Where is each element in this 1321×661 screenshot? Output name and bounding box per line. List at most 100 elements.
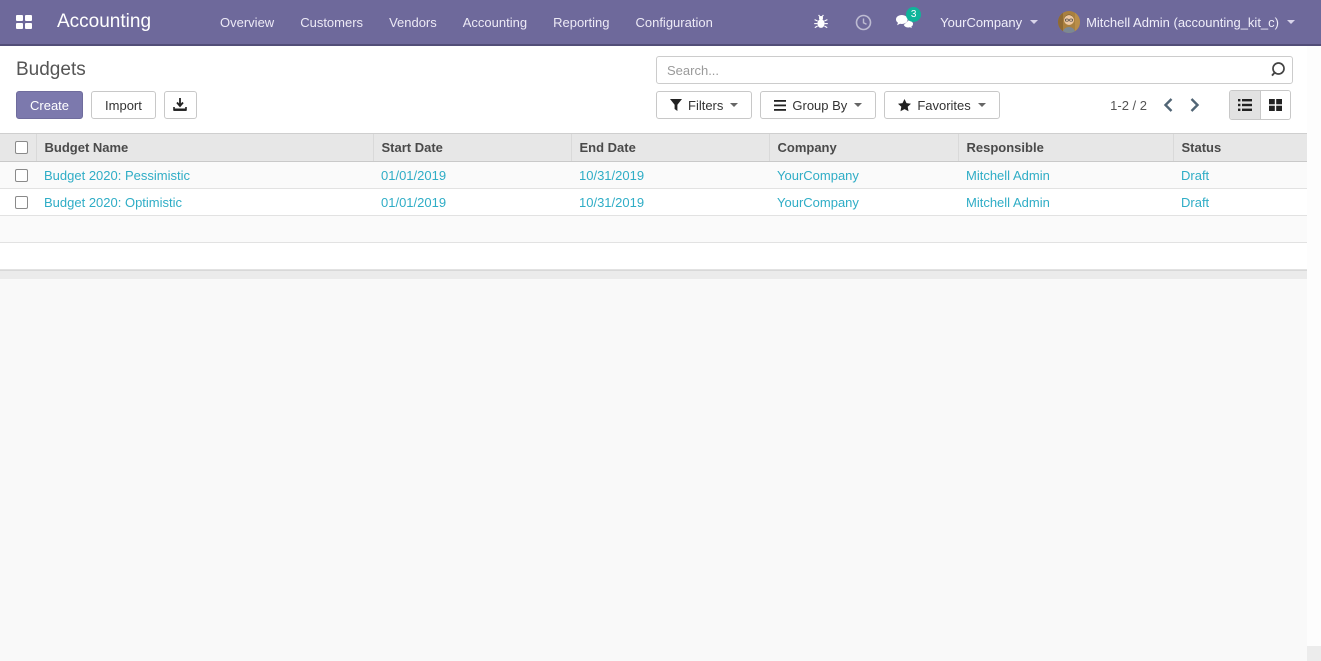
row-select-cell [0,161,36,189]
avatar-image [1058,11,1081,33]
list-view: Budget Name Start Date End Date Company … [0,133,1321,661]
select-all-cell [0,133,36,162]
group-by-label: Group By [792,97,848,113]
systray: 3 YourCompany Mitchell Admin (accounting… [804,0,1305,44]
page-title: Budgets [16,59,86,80]
empty-cell [0,215,1307,243]
column-header-company[interactable]: Company [768,133,958,162]
search-button[interactable] [1269,61,1287,82]
table-row[interactable]: Budget 2020: Optimistic 01/01/2019 10/31… [0,188,1307,216]
table-footer [0,270,1307,279]
column-header-end-date[interactable]: End Date [570,133,769,162]
messages-icon[interactable]: 3 [888,0,922,44]
empty-cell [0,242,1307,270]
action-buttons: Create Import [16,91,197,119]
chevron-left-icon [1163,98,1172,112]
column-header-budget-name[interactable]: Budget Name [35,133,373,162]
cell-start-date[interactable]: 01/01/2019 [373,161,571,189]
cell-status[interactable]: Draft [1173,188,1307,216]
control-panel: Budgets Create Import Filte [0,46,1321,133]
cell-start-date[interactable]: 01/01/2019 [373,188,571,216]
export-button[interactable] [163,91,197,119]
funnel-icon [670,99,682,111]
cell-company[interactable]: YourCompany [769,161,958,189]
kanban-icon [1269,99,1282,111]
cell-responsible[interactable]: Mitchell Admin [958,161,1173,189]
column-header-start-date[interactable]: Start Date [372,133,571,162]
column-header-responsible[interactable]: Responsible [957,133,1173,162]
grid-square [25,22,32,29]
create-button[interactable]: Create [16,91,84,119]
chevron-down-icon [977,103,986,107]
empty-row [0,215,1307,243]
favorites-label: Favorites [917,97,971,113]
column-header-status[interactable]: Status [1172,133,1307,162]
chevron-down-icon [730,103,739,107]
menu-configuration[interactable]: Configuration [622,0,725,44]
pager: 1-2 / 2 [1110,90,1291,120]
view-switcher [1229,90,1291,120]
cell-responsible[interactable]: Mitchell Admin [958,188,1173,216]
apps-menu-icon[interactable] [16,14,32,30]
menu-reporting[interactable]: Reporting [540,0,622,44]
budgets-table: Budget Name Start Date End Date Company … [0,133,1307,270]
table-header-row: Budget Name Start Date End Date Company … [0,133,1307,162]
filters-label: Filters [688,97,724,113]
grid-square [25,14,32,21]
list-icon [1238,99,1252,111]
company-switcher[interactable]: YourCompany [930,0,1048,44]
cell-company[interactable]: YourCompany [769,188,958,216]
bug-icon [814,14,828,29]
filter-buttons: Filters Group By Favorites [656,91,1000,119]
scrollbar-track[interactable] [1307,46,1321,661]
table-row[interactable]: Budget 2020: Pessimistic 01/01/2019 10/3… [0,161,1307,189]
chevron-down-icon [1030,20,1039,24]
search-facets-row: Filters Group By Favorites 1-2 / 2 [656,90,1291,120]
filters-button[interactable]: Filters [656,91,753,119]
debug-bug-icon[interactable] [804,0,838,44]
chevron-down-icon [854,103,863,107]
star-icon [898,98,912,112]
search-bar [656,56,1293,84]
pager-next-button[interactable] [1181,91,1207,119]
row-checkbox[interactable] [15,168,28,182]
user-name: Mitchell Admin (accounting_kit_c) [1086,14,1279,30]
avatar [1058,11,1081,33]
chevron-right-icon [1190,98,1199,112]
menu-accounting[interactable]: Accounting [450,0,540,44]
search-icon [1271,62,1285,77]
clock-icon [855,14,871,30]
user-menu[interactable]: Mitchell Admin (accounting_kit_c) [1056,0,1305,44]
cell-budget-name[interactable]: Budget 2020: Optimistic [36,188,373,216]
pager-previous-button[interactable] [1155,91,1181,119]
app-title[interactable]: Accounting [57,11,151,33]
menu-customers[interactable]: Customers [287,0,376,44]
empty-row [0,242,1307,270]
grid-square [16,22,23,29]
company-name: YourCompany [940,14,1023,30]
top-navbar: Accounting Overview Customers Vendors Ac… [0,0,1321,46]
search-input[interactable] [656,56,1293,84]
favorites-button[interactable]: Favorites [884,91,1000,119]
list-view-button[interactable] [1230,91,1260,119]
cell-end-date[interactable]: 10/31/2019 [571,188,769,216]
download-icon [173,98,188,111]
cell-end-date[interactable]: 10/31/2019 [571,161,769,189]
row-checkbox[interactable] [15,195,28,209]
activities-clock-icon[interactable] [846,0,880,44]
menu-vendors[interactable]: Vendors [376,0,450,44]
pager-range[interactable]: 1-2 / 2 [1110,98,1147,113]
messages-count-badge: 3 [906,7,922,22]
select-all-checkbox[interactable] [15,141,28,154]
kanban-view-button[interactable] [1260,91,1290,119]
row-select-cell [0,188,36,216]
import-button[interactable]: Import [91,91,156,119]
main-menu: Overview Customers Vendors Accounting Re… [207,0,726,44]
grid-square [16,14,23,21]
cell-budget-name[interactable]: Budget 2020: Pessimistic [36,161,373,189]
scrollbar-corner [1307,646,1321,661]
cell-status[interactable]: Draft [1173,161,1307,189]
chevron-down-icon [1287,20,1295,24]
menu-overview[interactable]: Overview [207,0,287,44]
group-by-button[interactable]: Group By [760,91,877,119]
